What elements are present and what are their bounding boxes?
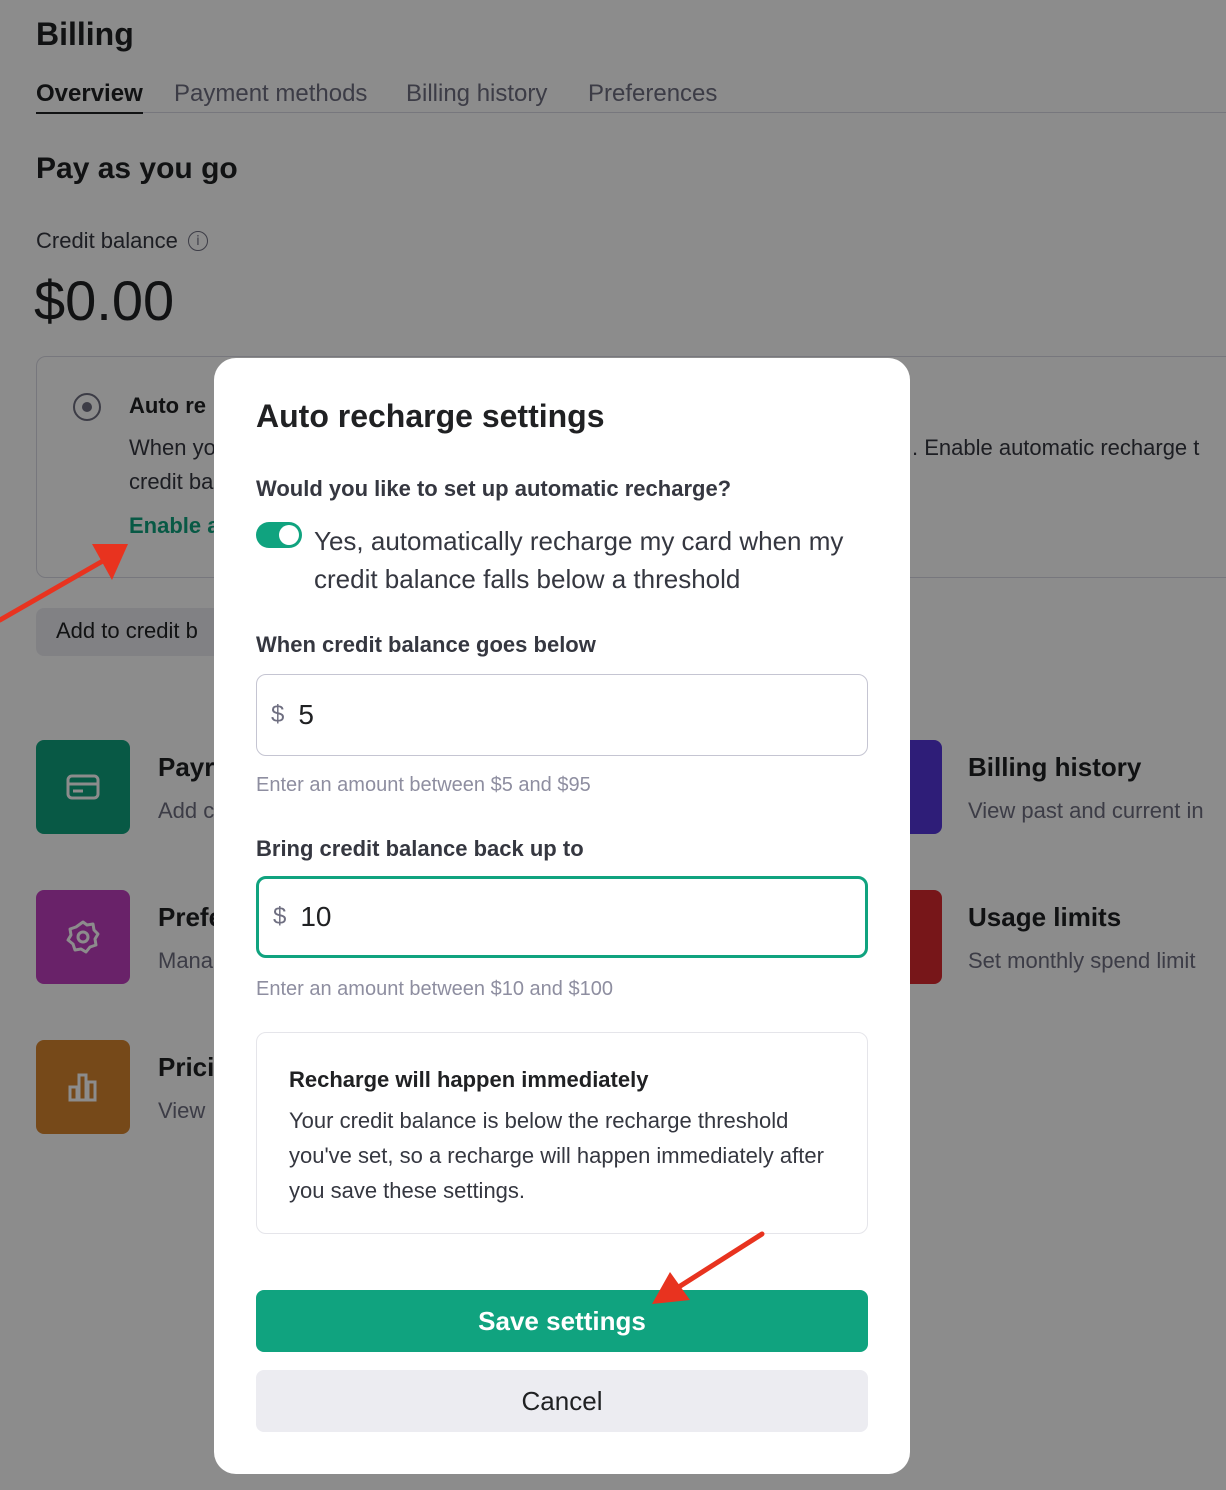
threshold-field[interactable]: $ <box>256 674 868 756</box>
cancel-button[interactable]: Cancel <box>256 1370 868 1432</box>
recharge-notice: Recharge will happen immediately Your cr… <box>256 1032 868 1234</box>
save-settings-button[interactable]: Save settings <box>256 1290 868 1352</box>
target-field[interactable]: $ <box>256 876 868 958</box>
target-hint: Enter an amount between $10 and $100 <box>256 978 613 1000</box>
annotation-arrow-icon <box>0 544 128 623</box>
notice-title: Recharge will happen immediately <box>289 1067 649 1092</box>
target-currency: $ <box>273 903 287 930</box>
threshold-hint: Enter an amount between $5 and $95 <box>256 774 591 796</box>
annotation-arrow-icon <box>652 1231 765 1304</box>
target-input[interactable] <box>300 901 801 933</box>
auto-recharge-toggle-label[interactable]: Yes, automatically recharge my card when… <box>314 522 854 598</box>
auto-recharge-toggle[interactable] <box>256 522 302 548</box>
auto-recharge-question: Would you like to set up automatic recha… <box>256 476 732 501</box>
auto-recharge-modal: Auto recharge settings Would you like to… <box>214 358 910 1474</box>
target-label: Bring credit balance back up to <box>256 836 584 861</box>
modal-title: Auto recharge settings <box>256 398 605 434</box>
notice-body: Your credit balance is below the recharg… <box>289 1108 824 1203</box>
threshold-currency: $ <box>271 701 285 728</box>
threshold-input[interactable] <box>298 699 799 731</box>
threshold-label: When credit balance goes below <box>256 632 596 657</box>
